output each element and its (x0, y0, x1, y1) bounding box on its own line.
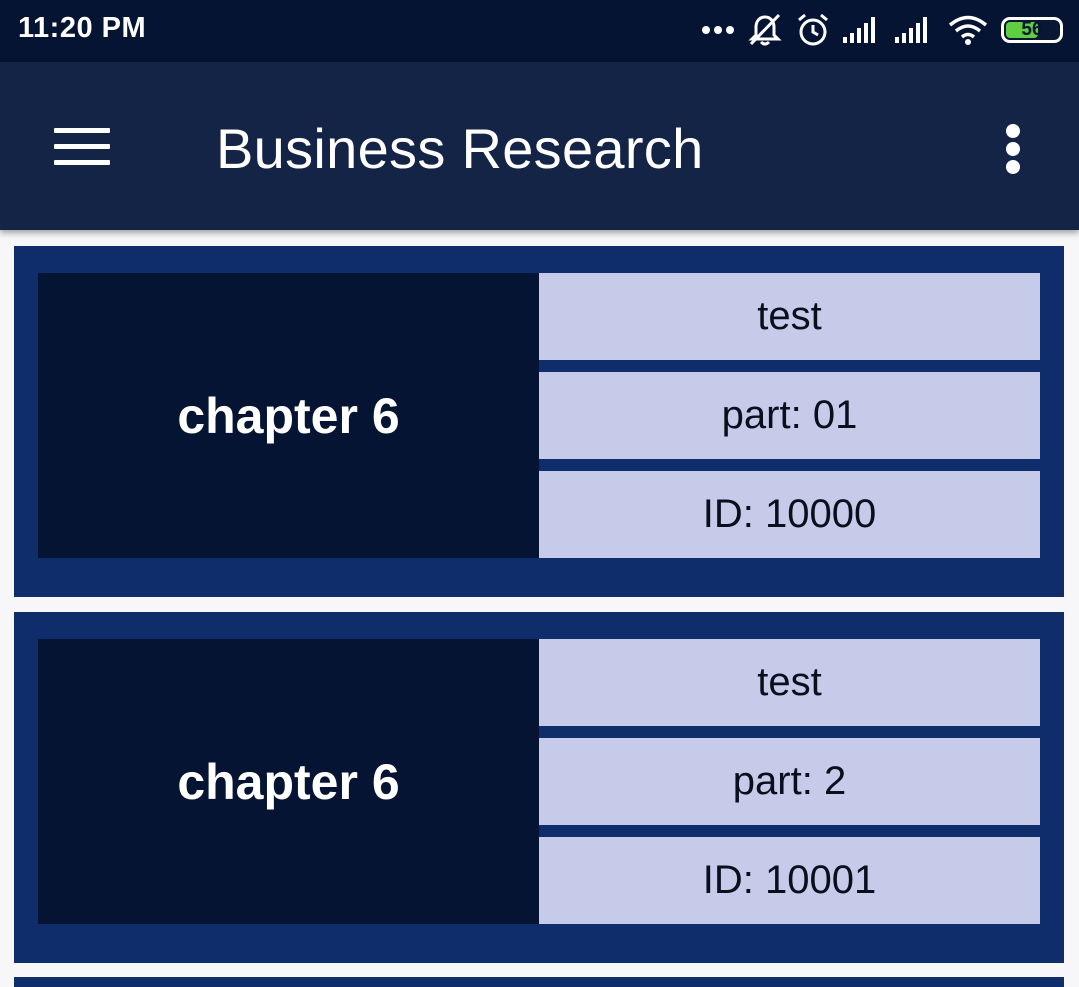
item-part: part: 01 (539, 372, 1040, 459)
wifi-icon (947, 14, 989, 46)
item-part: part: 2 (539, 738, 1040, 825)
list-item[interactable]: chapter 6 test part: 01 ID: 10000 (14, 246, 1064, 597)
item-id: ID: 10000 (539, 471, 1040, 558)
status-time: 11:20 PM (18, 12, 147, 44)
status-bar: 11:20 PM 56 (0, 0, 1079, 62)
item-name: test (539, 273, 1040, 360)
signal-icon (895, 15, 935, 45)
hamburger-menu-icon[interactable] (52, 124, 112, 170)
battery-level: 56 (1021, 19, 1043, 40)
vibrate-off-icon (747, 12, 783, 48)
item-id: ID: 10001 (539, 837, 1040, 924)
alarm-icon (795, 12, 831, 48)
signal-icon (843, 15, 883, 45)
list-item-partial[interactable] (14, 977, 1064, 987)
app-title: Business Research (216, 117, 704, 180)
chapter-list: chapter 6 test part: 01 ID: 10000 chapte… (14, 246, 1064, 978)
more-vertical-icon[interactable] (996, 120, 1030, 178)
status-icons: 56 (701, 8, 1063, 52)
chapter-label: chapter 6 (38, 639, 539, 924)
app-bar: Business Research (0, 62, 1079, 230)
list-item[interactable]: chapter 6 test part: 2 ID: 10001 (14, 612, 1064, 963)
battery-icon: 56 (1001, 17, 1063, 43)
chapter-label: chapter 6 (38, 273, 539, 558)
item-name: test (539, 639, 1040, 726)
more-dots-icon (701, 25, 735, 35)
